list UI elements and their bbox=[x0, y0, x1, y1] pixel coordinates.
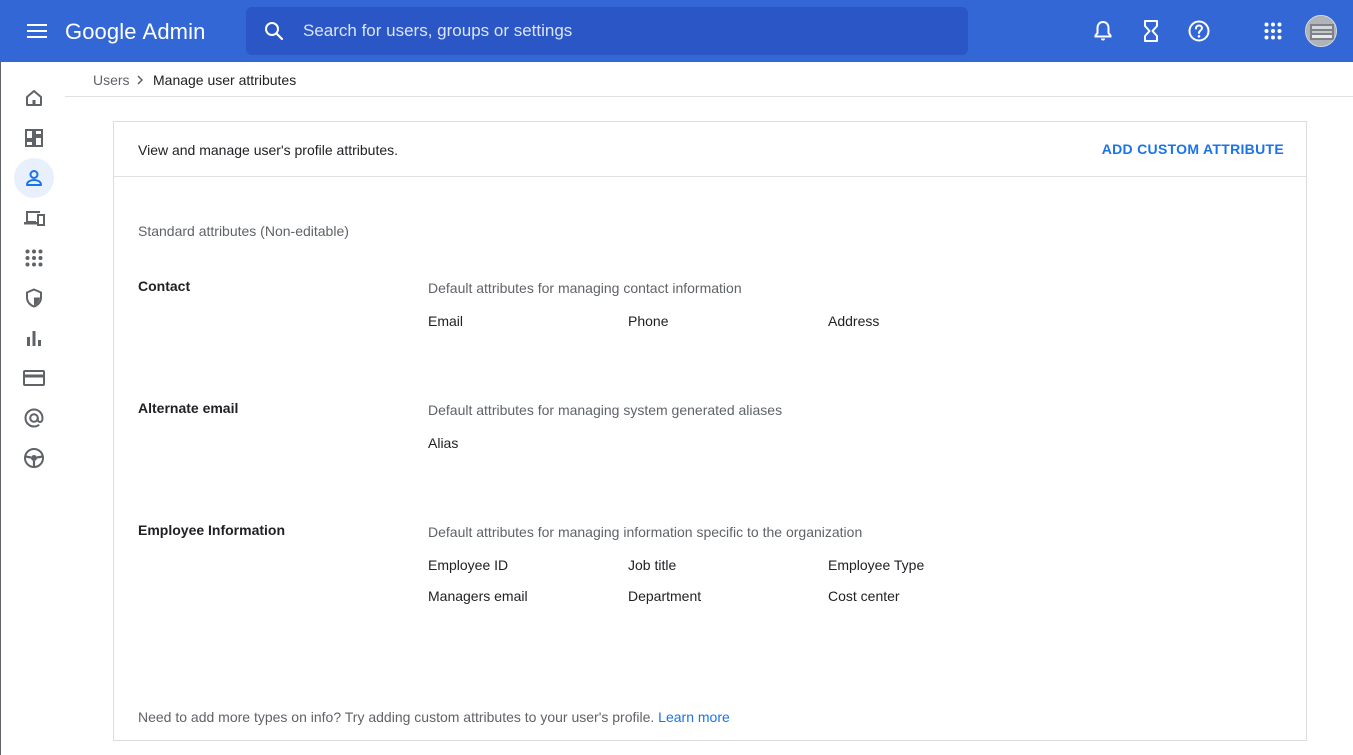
attribute-employee-id: Employee ID bbox=[428, 557, 509, 573]
chevron-right-icon bbox=[137, 75, 144, 85]
person-icon bbox=[26, 170, 42, 186]
search-input[interactable] bbox=[303, 19, 943, 43]
add-custom-attribute-button[interactable]: ADD CUSTOM ATTRIBUTE bbox=[1102, 141, 1284, 157]
nav-dashboard[interactable] bbox=[14, 118, 54, 158]
logo-google-text: Google bbox=[65, 19, 137, 44]
attribute-managers-email: Managers email bbox=[428, 588, 528, 604]
nav-users[interactable] bbox=[14, 158, 54, 198]
help-icon bbox=[1188, 20, 1210, 42]
notifications-button[interactable] bbox=[1091, 19, 1115, 43]
card-header: View and manage user's profile attribute… bbox=[114, 122, 1306, 177]
tasks-button[interactable] bbox=[1139, 19, 1163, 43]
logo-admin-text: Admin bbox=[142, 19, 206, 44]
attribute-phone: Phone bbox=[628, 313, 669, 329]
dashboard-icon bbox=[25, 129, 43, 147]
shield-icon bbox=[26, 288, 42, 308]
apps-launcher-button[interactable] bbox=[1261, 19, 1285, 43]
footer-text: Need to add more types on info? Try addi… bbox=[138, 709, 655, 725]
help-button[interactable] bbox=[1187, 19, 1211, 43]
bar-chart-icon bbox=[27, 331, 41, 346]
attribute-alias: Alias bbox=[428, 435, 459, 451]
at-sign-icon bbox=[24, 408, 44, 428]
nav-support[interactable] bbox=[14, 438, 54, 478]
attribute-employee-type: Employee Type bbox=[828, 557, 925, 573]
devices-icon bbox=[24, 211, 45, 226]
breadcrumb: Users Manage user attributes bbox=[65, 62, 1353, 97]
nav-home[interactable] bbox=[14, 78, 54, 118]
credit-card-icon bbox=[23, 370, 45, 386]
nav-apps[interactable] bbox=[14, 238, 54, 278]
nav-domains[interactable] bbox=[14, 398, 54, 438]
card-description: View and manage user's profile attribute… bbox=[138, 142, 399, 158]
learn-more-link[interactable]: Learn more bbox=[658, 709, 730, 725]
top-app-bar: Google Admin bbox=[0, 0, 1353, 62]
section-title: Standard attributes (Non-editable) bbox=[138, 223, 349, 239]
card-footer: Need to add more types on info? Try addi… bbox=[138, 709, 730, 725]
hamburger-menu-icon bbox=[27, 24, 47, 38]
group-description-alternate-email: Default attributes for managing system g… bbox=[428, 402, 783, 418]
nav-billing[interactable] bbox=[14, 358, 54, 398]
search-bar[interactable] bbox=[246, 7, 968, 55]
group-description-employee-information: Default attributes for managing informat… bbox=[428, 524, 863, 540]
group-label-employee-information: Employee Information bbox=[138, 522, 286, 538]
attribute-department: Department bbox=[628, 588, 702, 604]
breadcrumb-current-page: Manage user attributes bbox=[153, 72, 297, 88]
attribute-cost-center: Cost center bbox=[828, 588, 900, 604]
apps-grid-icon bbox=[1264, 22, 1282, 40]
home-icon bbox=[26, 90, 42, 106]
attribute-email: Email bbox=[428, 313, 464, 329]
attribute-job-title: Job title bbox=[628, 557, 677, 573]
group-label-alternate-email: Alternate email bbox=[138, 400, 239, 416]
nav-devices[interactable] bbox=[14, 198, 54, 238]
group-description-contact: Default attributes for managing contact … bbox=[428, 280, 742, 296]
bell-icon bbox=[1094, 20, 1112, 41]
google-admin-logo[interactable]: Google Admin bbox=[65, 17, 205, 47]
breadcrumb-users-link[interactable]: Users bbox=[93, 72, 130, 88]
main-menu-button[interactable] bbox=[23, 17, 51, 45]
nav-security[interactable] bbox=[14, 278, 54, 318]
support-icon bbox=[24, 448, 44, 468]
apps-grid-icon bbox=[25, 249, 43, 267]
avatar-image bbox=[1306, 16, 1336, 46]
search-icon[interactable] bbox=[262, 19, 286, 43]
side-navigation bbox=[0, 62, 65, 755]
account-avatar[interactable] bbox=[1305, 15, 1337, 47]
nav-reports[interactable] bbox=[14, 318, 54, 358]
user-attributes-card: View and manage user's profile attribute… bbox=[113, 121, 1307, 741]
hourglass-icon bbox=[1144, 20, 1158, 42]
group-label-contact: Contact bbox=[138, 278, 191, 294]
attribute-address: Address bbox=[828, 313, 880, 329]
